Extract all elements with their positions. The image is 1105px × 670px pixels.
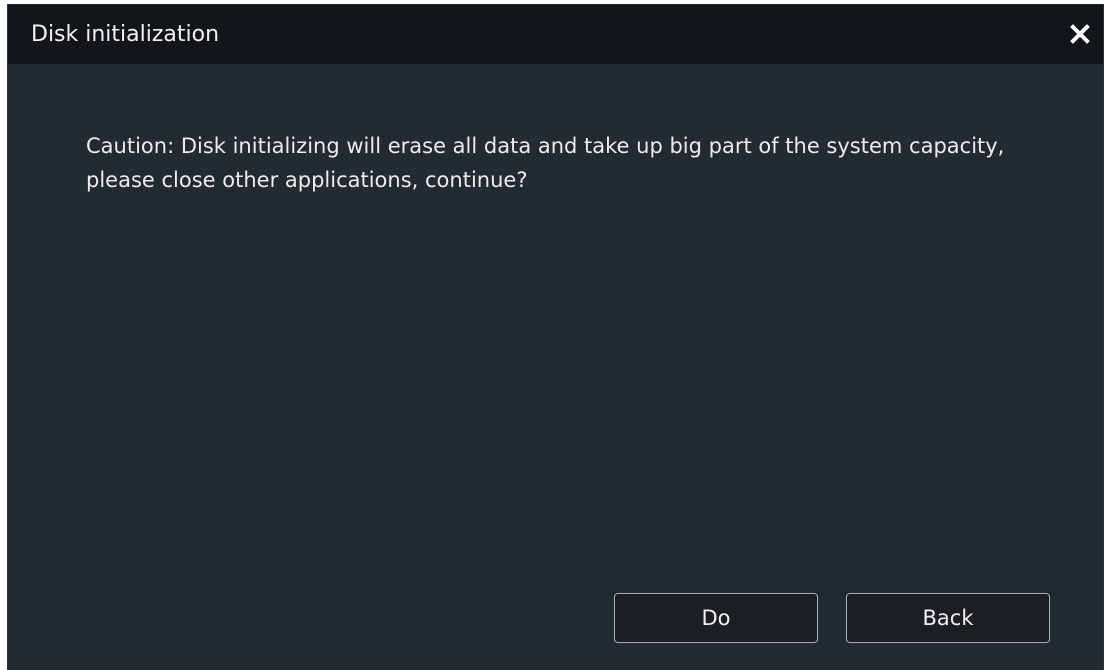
- dialog-title: Disk initialization: [31, 22, 220, 47]
- disk-initialization-dialog: Disk initialization Caution: Disk initia…: [7, 4, 1104, 670]
- caution-message: Caution: Disk initializing will erase al…: [86, 134, 1005, 192]
- back-button[interactable]: Back: [846, 593, 1050, 643]
- close-icon: [1070, 24, 1090, 44]
- close-button[interactable]: [1065, 19, 1095, 49]
- dialog-titlebar: Disk initialization: [8, 5, 1103, 64]
- do-button[interactable]: Do: [614, 593, 818, 643]
